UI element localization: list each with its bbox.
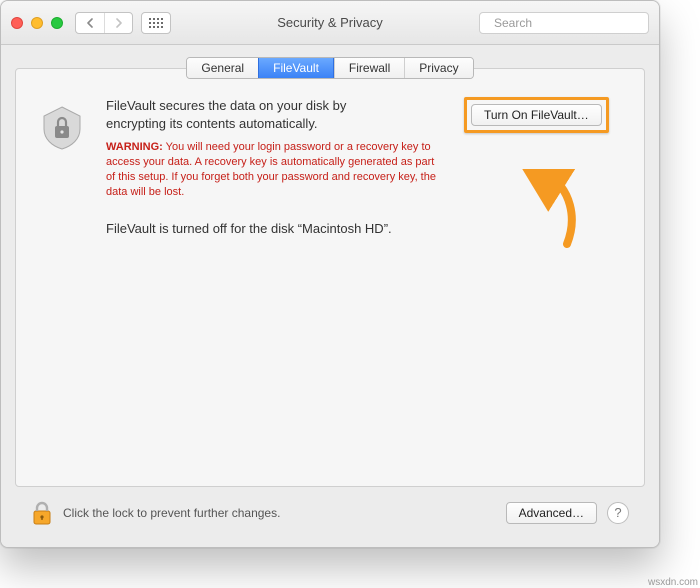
tab-filevault[interactable]: FileVault xyxy=(258,58,334,78)
search-input[interactable] xyxy=(492,15,651,31)
callout-highlight: Turn On FileVault… xyxy=(464,97,609,133)
grid-icon xyxy=(149,18,163,28)
advanced-button[interactable]: Advanced… xyxy=(506,502,597,524)
footer-bar: Click the lock to prevent further change… xyxy=(15,487,645,537)
forward-button[interactable] xyxy=(104,13,132,33)
lock-icon[interactable] xyxy=(31,500,53,526)
zoom-icon[interactable] xyxy=(51,17,63,29)
tab-general[interactable]: General xyxy=(187,58,258,78)
back-button[interactable] xyxy=(76,13,104,33)
window-controls xyxy=(11,17,63,29)
tab-bar: General FileVault Firewall Privacy xyxy=(186,57,473,79)
attribution-text: wsxdn.com xyxy=(648,577,698,588)
chevron-right-icon xyxy=(115,18,123,28)
tab-privacy[interactable]: Privacy xyxy=(404,58,472,78)
preferences-window: Security & Privacy General FileVault Fir… xyxy=(0,0,660,548)
lock-text: Click the lock to prevent further change… xyxy=(63,506,280,520)
filevault-description: FileVault secures the data on your disk … xyxy=(106,97,406,132)
filevault-warning: WARNING: You will need your login passwo… xyxy=(106,140,444,199)
show-all-button[interactable] xyxy=(141,12,171,34)
tab-firewall[interactable]: Firewall xyxy=(334,58,404,78)
chevron-left-icon xyxy=(86,18,94,28)
filevault-status: FileVault is turned off for the disk “Ma… xyxy=(106,221,444,236)
window-body: General FileVault Firewall Privacy FileV… xyxy=(1,45,659,547)
window-titlebar: Security & Privacy xyxy=(1,1,659,45)
warning-label: WARNING: xyxy=(106,141,163,153)
filevault-icon xyxy=(36,101,88,153)
close-icon[interactable] xyxy=(11,17,23,29)
turn-on-filevault-button[interactable]: Turn On FileVault… xyxy=(471,104,602,126)
minimize-icon[interactable] xyxy=(31,17,43,29)
help-button[interactable]: ? xyxy=(607,502,629,524)
filevault-pane: FileVault secures the data on your disk … xyxy=(15,68,645,487)
nav-back-forward xyxy=(75,12,133,34)
search-field[interactable] xyxy=(479,12,649,34)
